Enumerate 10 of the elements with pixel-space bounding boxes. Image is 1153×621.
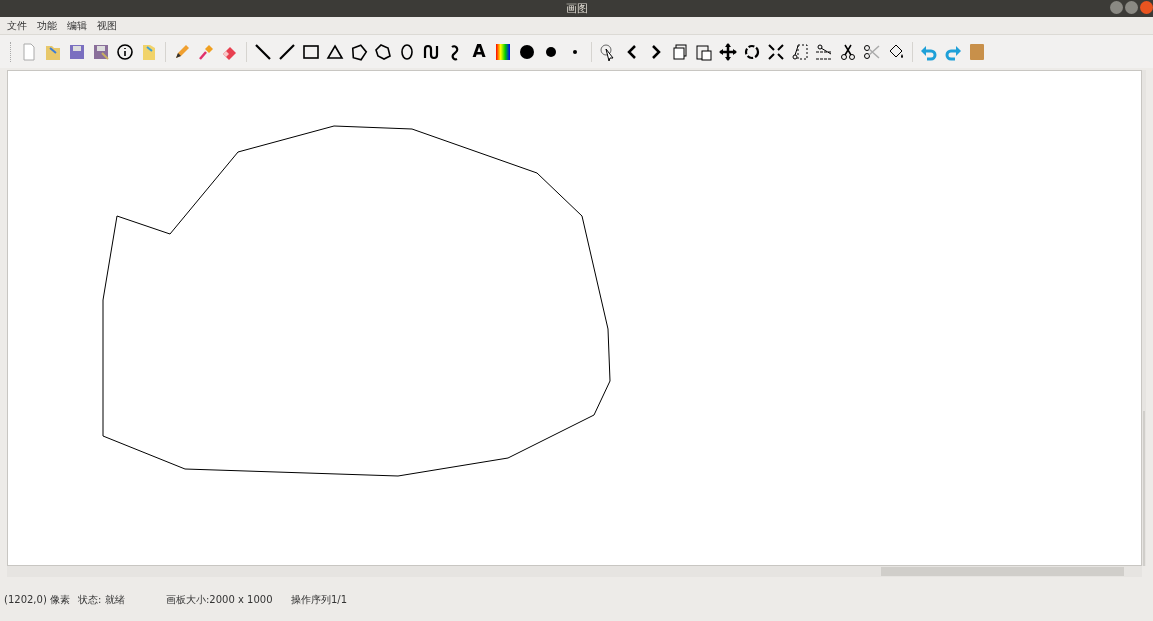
cursor-position: (1202,0) 像素 bbox=[4, 592, 71, 607]
menu-item[interactable]: 视图 bbox=[97, 18, 117, 33]
canvas-size: 画板大小:2000 x 1000 bbox=[166, 592, 274, 607]
operation-history: 操作序列1/1 bbox=[291, 592, 348, 607]
status-text: 状态: 就绪 bbox=[78, 592, 126, 607]
text-tool-button[interactable]: A bbox=[472, 43, 486, 60]
menu-item[interactable]: 编辑 bbox=[67, 18, 87, 33]
menu-item[interactable]: 文件 bbox=[7, 18, 27, 33]
menu-item[interactable]: 功能 bbox=[37, 18, 57, 33]
window-title: 画图 bbox=[565, 3, 588, 14]
